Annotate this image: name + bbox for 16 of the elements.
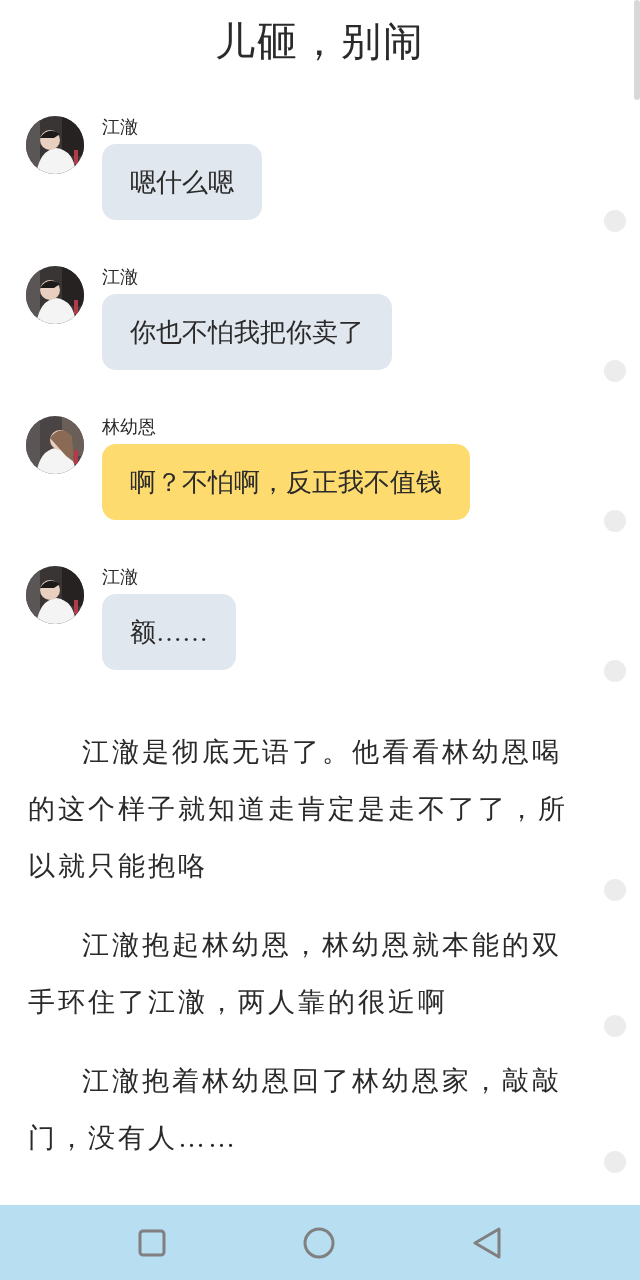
story-paragraph: 江澈抱起林幼恩，林幼恩就本能的双手环住了江澈，两人靠的很近啊 — [0, 895, 640, 1031]
message-bubble: 嗯什么嗯 — [102, 144, 262, 220]
back-button[interactable] — [471, 1226, 502, 1259]
sender-name: 江澈 — [102, 566, 138, 588]
home-button[interactable] — [303, 1226, 335, 1259]
sender-name: 林幼恩 — [102, 416, 156, 438]
story-paragraph: 江澈是彻底无语了。他看看林幼恩喝的这个样子就知道走肯定是走不了了，所以就只能抱咯 — [0, 702, 640, 895]
chapter-title: 儿砸，别闹 — [214, 18, 426, 66]
scrollbar[interactable] — [634, 0, 640, 100]
message-bubble: 额…… — [102, 594, 236, 670]
sender-name: 江澈 — [102, 116, 138, 138]
story-paragraph: 江澈抱着林幼恩回了林幼恩家，敲敲门，没有人…… — [0, 1031, 640, 1167]
recents-button[interactable] — [138, 1228, 167, 1257]
sender-name: 江澈 — [102, 266, 138, 288]
message-bubble: 你也不怕我把你卖了 — [102, 294, 392, 370]
message-bubble: 啊？不怕啊，反正我不值钱 — [102, 444, 470, 520]
